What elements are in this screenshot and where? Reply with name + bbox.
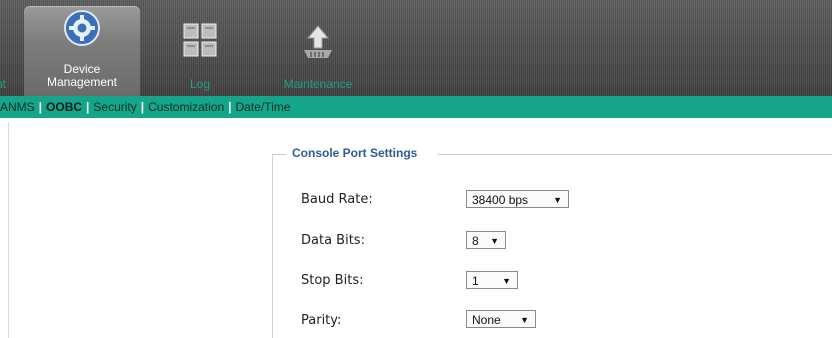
- baud-rate-value: 38400 bps: [472, 193, 529, 207]
- dropdown-arrow-icon: ▼: [520, 315, 529, 325]
- stop-bits-label: Stop Bits:: [301, 273, 364, 288]
- top-navigation-bar: ent Device Management: [0, 0, 832, 96]
- stop-bits-value: 1: [472, 274, 479, 288]
- data-bits-select[interactable]: 8 ▼: [466, 231, 506, 249]
- nav-item-device-management[interactable]: Device Management: [24, 6, 140, 96]
- subnav-item-security[interactable]: Security: [93, 100, 136, 114]
- fieldset-border-vertical: [272, 154, 273, 338]
- baud-rate-label: Baud Rate:: [301, 192, 373, 207]
- parity-label: Parity:: [301, 313, 342, 328]
- nav-item-previous-label: ent: [0, 77, 6, 91]
- dropdown-arrow-icon: ▼: [490, 236, 499, 246]
- subnav-item-oobc[interactable]: OOBC: [46, 100, 82, 114]
- baud-rate-select[interactable]: 38400 bps ▼: [466, 190, 569, 208]
- data-bits-label: Data Bits:: [301, 233, 365, 248]
- parity-value: None: [472, 313, 501, 327]
- fieldset-border-left: [272, 154, 286, 155]
- sidebar-divider: [8, 122, 9, 338]
- subnav-item-customization[interactable]: Customization: [148, 100, 224, 114]
- nav-item-log-label: Log: [189, 77, 211, 91]
- stop-bits-select[interactable]: 1 ▼: [466, 271, 518, 289]
- subnav-item-date-time[interactable]: Date/Time: [236, 100, 291, 114]
- parity-select[interactable]: None ▼: [466, 310, 536, 328]
- console-port-settings-legend: Console Port Settings: [292, 146, 418, 160]
- sub-navigation: ANMS | OOBC | Security | Customization | Date/Ti…: [0, 96, 832, 118]
- nav-item-previous[interactable]: ent: [0, 0, 12, 96]
- gear-icon: [62, 8, 102, 51]
- upload-icon: [298, 24, 338, 63]
- dropdown-arrow-icon: ▼: [553, 195, 562, 205]
- subnav-separator: |: [38, 100, 43, 114]
- nav-item-maintenance[interactable]: Maintenance: [272, 0, 364, 96]
- subnav-separator: |: [140, 100, 145, 114]
- subnav-separator: |: [228, 100, 232, 114]
- dropdown-arrow-icon: ▼: [502, 276, 511, 286]
- subnav-separator: |: [86, 100, 90, 114]
- nav-item-log[interactable]: Log: [165, 0, 235, 96]
- subnav-item-anms[interactable]: ANMS: [0, 100, 35, 114]
- nav-item-maintenance-label: Maintenance: [283, 77, 353, 91]
- data-bits-value: 8: [472, 234, 479, 248]
- fieldset-border-right: [438, 154, 832, 155]
- grid-icon: [182, 22, 218, 61]
- nav-item-device-management-label: Device Management: [46, 62, 118, 89]
